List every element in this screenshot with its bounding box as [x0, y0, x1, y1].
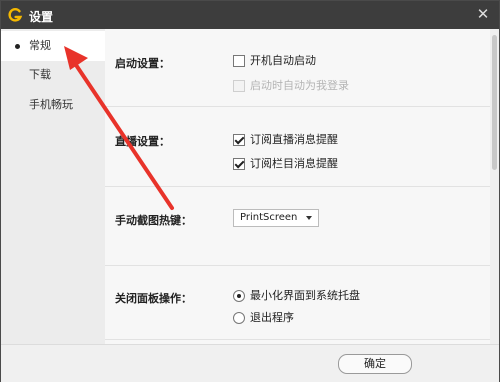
sidebar-item-label: 下载	[29, 68, 51, 81]
sidebar-item-label: 常规	[29, 39, 51, 52]
close-icon: ✕	[476, 5, 490, 23]
live-section-label: 直播设置：	[115, 135, 170, 148]
checkbox-box	[233, 80, 245, 92]
startup-section-label: 启动设置：	[115, 57, 170, 70]
checkbox-box	[233, 158, 245, 170]
radio-circle	[233, 312, 245, 324]
auto-start-checkbox[interactable]: 开机自动启动	[233, 54, 316, 68]
settings-content: 启动设置： 开机自动启动 启动时自动为我登录 直播设置： 订阅直播消息提醒 订阅…	[105, 29, 490, 344]
option-label: 开机自动启动	[250, 54, 316, 67]
auto-login-checkbox: 启动时自动为我登录	[233, 79, 349, 93]
radio-circle	[233, 290, 245, 302]
checkbox-box	[233, 134, 245, 146]
ok-button[interactable]: 确定	[338, 354, 412, 374]
sidebar-item-download[interactable]: 下载	[1, 60, 105, 90]
option-label: 订阅直播消息提醒	[250, 133, 338, 146]
chevron-down-icon	[306, 216, 312, 220]
title-bar: 设置 ✕	[1, 1, 499, 29]
option-label: 启动时自动为我登录	[250, 79, 349, 92]
scrollbar-thumb[interactable]	[492, 35, 497, 170]
settings-window: 设置 ✕ 常规 下载 手机畅玩 启动设置： 开机自动启动 启动时自动为我登录 直…	[0, 0, 500, 382]
hotkey-section-label: 手动截图热键：	[115, 214, 192, 227]
active-dot-icon	[15, 44, 20, 49]
sidebar-item-label: 手机畅玩	[29, 98, 73, 111]
section-divider	[105, 339, 490, 340]
section-divider	[105, 265, 490, 266]
sidebar-item-general[interactable]: 常规	[1, 31, 105, 61]
sidebar-item-mobile-play[interactable]: 手机畅玩	[1, 90, 105, 120]
section-divider	[105, 186, 490, 187]
option-label: 最小化界面到系统托盘	[250, 289, 360, 302]
sidebar: 常规 下载 手机畅玩	[1, 29, 105, 344]
minimize-to-tray-radio[interactable]: 最小化界面到系统托盘	[233, 289, 360, 303]
section-divider	[105, 106, 490, 107]
window-title: 设置	[29, 10, 54, 24]
hotkey-dropdown[interactable]: PrintScreen	[233, 209, 319, 227]
close-panel-section-label: 关闭面板操作：	[115, 292, 192, 305]
live-notify-checkbox[interactable]: 订阅直播消息提醒	[233, 133, 338, 147]
vertical-scrollbar[interactable]	[490, 29, 499, 344]
column-notify-checkbox[interactable]: 订阅栏目消息提醒	[233, 157, 338, 171]
checkbox-box	[233, 55, 245, 67]
app-logo-icon	[8, 8, 23, 22]
option-label: 退出程序	[250, 311, 294, 324]
hotkey-value: PrintScreen	[240, 212, 298, 223]
exit-program-radio[interactable]: 退出程序	[233, 311, 294, 325]
footer: 确定	[1, 344, 499, 382]
close-button[interactable]: ✕	[473, 4, 493, 24]
option-label: 订阅栏目消息提醒	[250, 157, 338, 170]
